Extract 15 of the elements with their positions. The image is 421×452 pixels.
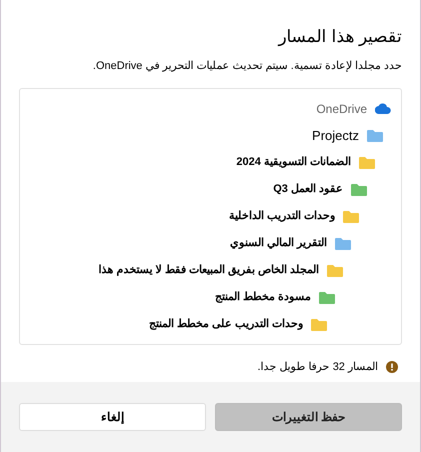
folder-name[interactable]: المجلد الخاص بفريق المبيعات فقط لا يستخدم هذا: [98, 262, 319, 279]
folder-name[interactable]: التقرير المالي السنوي: [230, 235, 327, 252]
folder-name[interactable]: Projectz: [312, 126, 359, 146]
cancel-button[interactable]: إلغاء: [19, 403, 206, 431]
folder-name[interactable]: مسودة مخطط المنتج: [214, 289, 311, 306]
warning-text: المسار 32 حرفا طويل جدا.: [257, 360, 378, 375]
warning-icon: [386, 361, 398, 373]
dialog-description: حدد مجلدا لإعادة تسمية. سيتم تحديث عمليات التحرير في OneDrive.: [92, 58, 402, 74]
folder-name[interactable]: وحدات التدريب الداخلية: [228, 208, 335, 225]
folder-name[interactable]: الضمانات التسويقية 2024: [236, 154, 351, 171]
folder-name[interactable]: عقود العمل Q3: [273, 181, 343, 198]
dialog-title: تقصير هذا المسار: [276, 26, 402, 48]
cloud-icon: [375, 103, 391, 114]
folder-name[interactable]: OneDrive: [316, 100, 367, 118]
folder-name[interactable]: وحدات التدريب على مخطط المنتج: [148, 316, 303, 333]
